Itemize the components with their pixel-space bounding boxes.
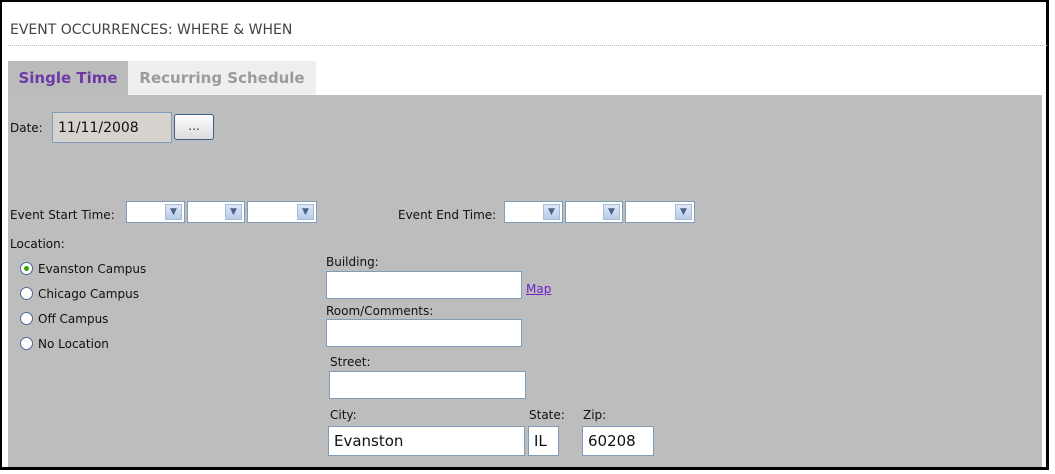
tab-single-time[interactable]: Single Time bbox=[8, 61, 128, 95]
zip-label: Zip: bbox=[583, 408, 607, 422]
radio-label-evanston: Evanston Campus bbox=[38, 262, 147, 276]
section-divider bbox=[8, 45, 1047, 46]
map-link[interactable]: Map bbox=[526, 282, 551, 296]
radio-label-chicago: Chicago Campus bbox=[38, 287, 139, 301]
start-hour-select[interactable]: ▼ bbox=[126, 201, 185, 223]
chevron-down-icon[interactable]: ▼ bbox=[543, 204, 560, 220]
city-label: City: bbox=[330, 408, 357, 422]
date-field[interactable]: 11/11/2008 bbox=[52, 112, 172, 143]
radio-evanston-campus[interactable] bbox=[20, 262, 33, 275]
city-input[interactable]: Evanston bbox=[328, 426, 525, 456]
event-end-time-label: Event End Time: bbox=[398, 208, 497, 222]
street-input[interactable] bbox=[329, 371, 526, 399]
chevron-down-icon[interactable]: ▼ bbox=[297, 204, 314, 220]
start-minute-select[interactable]: ▼ bbox=[187, 201, 245, 223]
end-ampm-select[interactable]: ▼ bbox=[625, 201, 695, 223]
radio-off-campus[interactable] bbox=[20, 312, 33, 325]
date-picker-button[interactable]: ... bbox=[174, 114, 214, 140]
room-comments-label: Room/Comments: bbox=[326, 304, 434, 318]
end-minute-select[interactable]: ▼ bbox=[565, 201, 623, 223]
room-comments-input[interactable] bbox=[326, 319, 522, 347]
radio-chicago-campus[interactable] bbox=[20, 287, 33, 300]
chevron-down-icon[interactable]: ▼ bbox=[165, 204, 182, 220]
single-time-panel: Date: 11/11/2008 ... Event Start Time: ▼… bbox=[8, 95, 1042, 467]
street-label: Street: bbox=[330, 355, 371, 369]
tab-recurring-schedule[interactable]: Recurring Schedule bbox=[128, 61, 316, 95]
building-label: Building: bbox=[326, 255, 379, 269]
radio-label-no-location: No Location bbox=[38, 337, 109, 351]
radio-no-location[interactable] bbox=[20, 337, 33, 350]
section-title: EVENT OCCURRENCES: WHERE & WHEN bbox=[10, 22, 293, 38]
state-label: State: bbox=[529, 408, 565, 422]
radio-label-off-campus: Off Campus bbox=[38, 312, 109, 326]
event-start-time-label: Event Start Time: bbox=[10, 208, 115, 222]
chevron-down-icon[interactable]: ▼ bbox=[675, 204, 692, 220]
state-input[interactable]: IL bbox=[528, 426, 559, 456]
end-hour-select[interactable]: ▼ bbox=[504, 201, 563, 223]
chevron-down-icon[interactable]: ▼ bbox=[225, 204, 242, 220]
building-input[interactable] bbox=[326, 271, 522, 299]
tabs: Single Time Recurring Schedule bbox=[8, 61, 316, 95]
zip-input[interactable]: 60208 bbox=[582, 426, 654, 456]
date-label: Date: bbox=[10, 121, 43, 135]
location-label: Location: bbox=[10, 237, 65, 251]
start-ampm-select[interactable]: ▼ bbox=[247, 201, 317, 223]
chevron-down-icon[interactable]: ▼ bbox=[603, 204, 620, 220]
